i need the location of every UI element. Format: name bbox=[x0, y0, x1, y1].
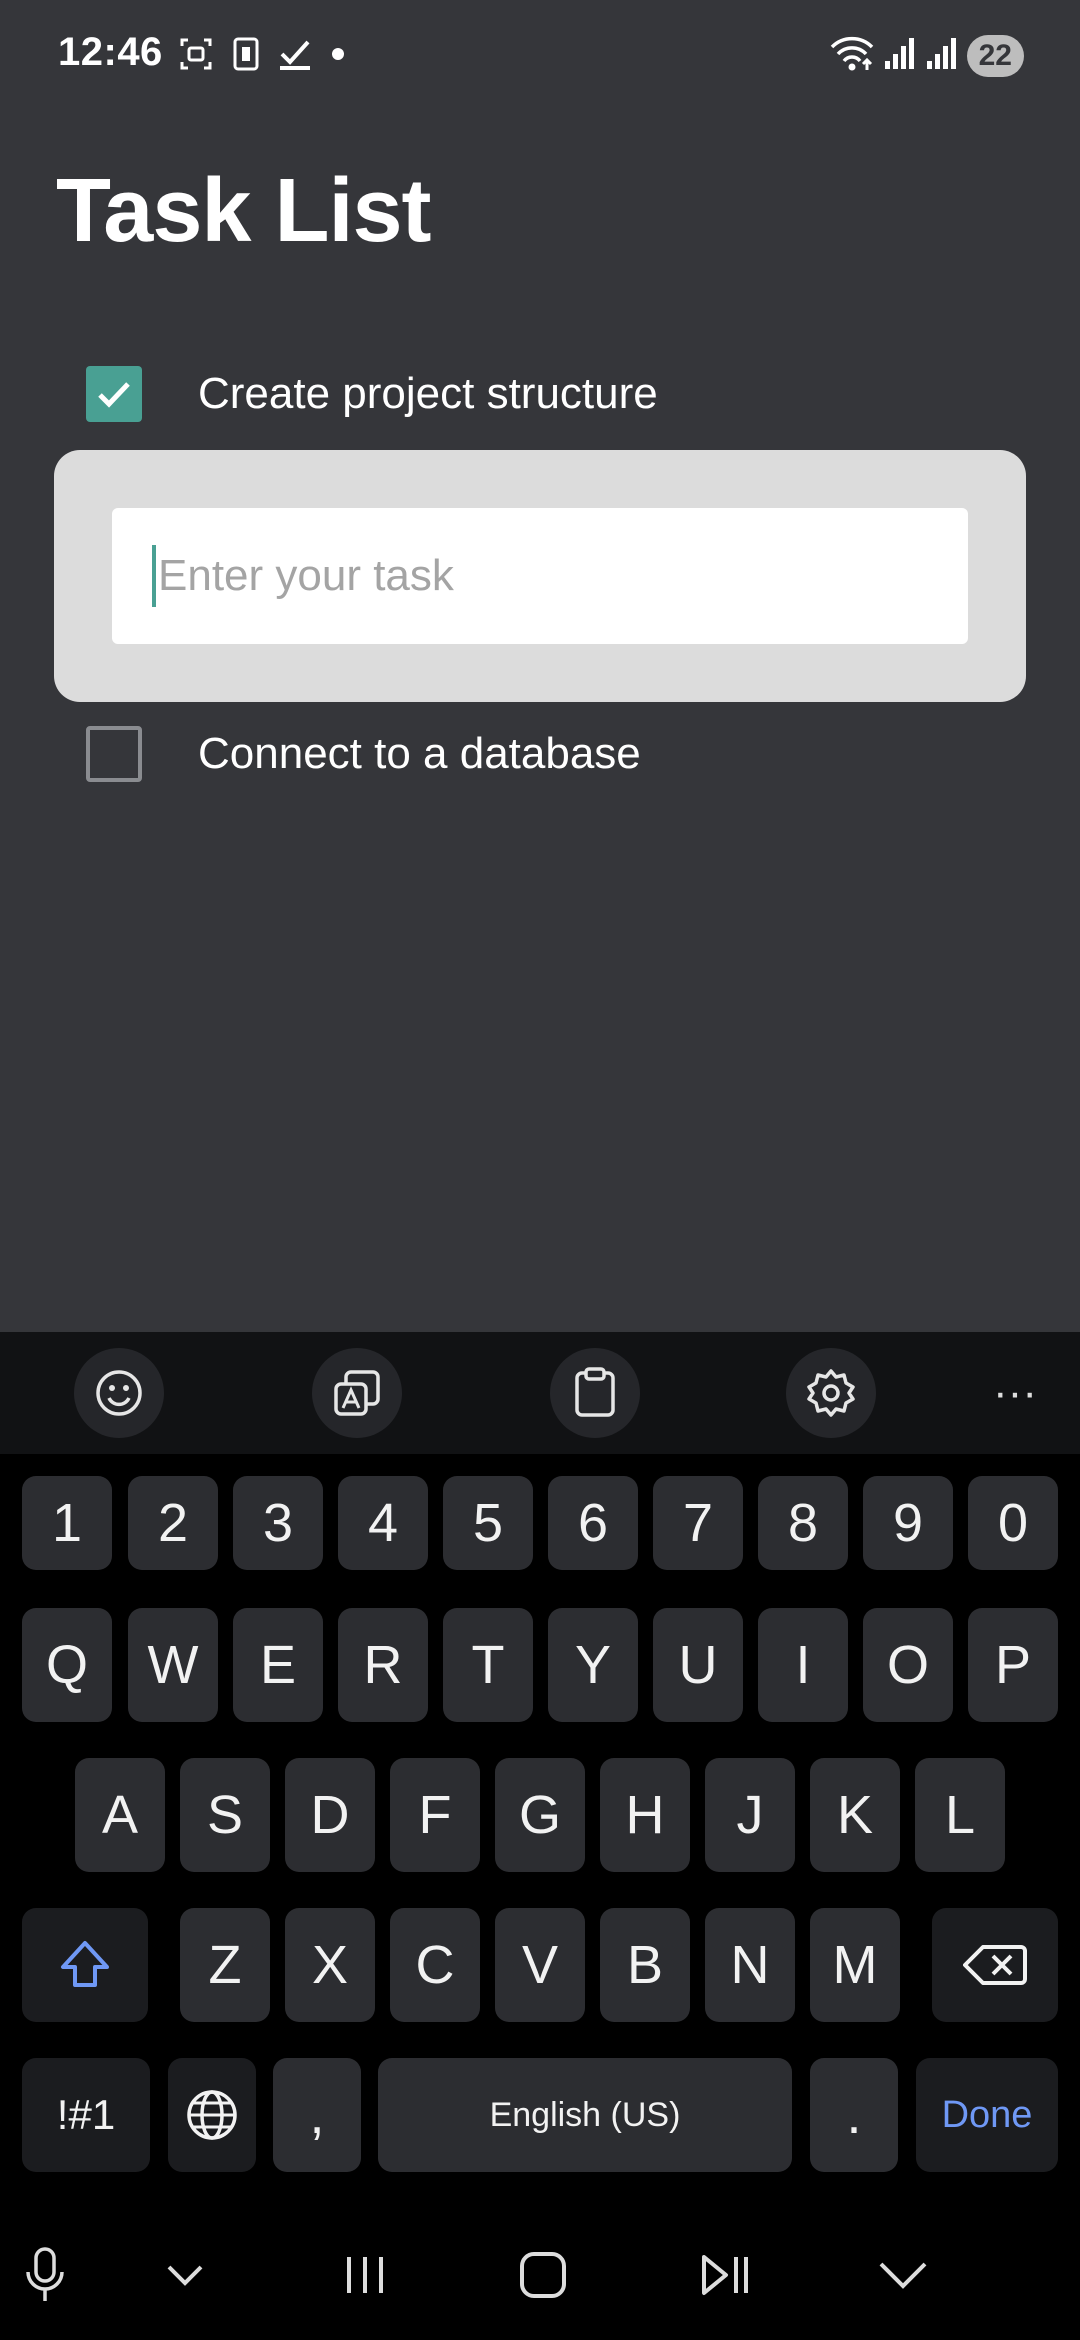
new-task-card: Enter your task bbox=[54, 450, 1026, 702]
text-caret bbox=[152, 545, 156, 607]
key-l[interactable]: L bbox=[915, 1758, 1005, 1872]
globe-icon bbox=[187, 2090, 237, 2140]
key-m[interactable]: M bbox=[810, 1908, 900, 2022]
key-r[interactable]: R bbox=[338, 1608, 428, 1722]
key-1[interactable]: 1 bbox=[22, 1476, 112, 1570]
chevron-down-icon[interactable] bbox=[150, 2240, 220, 2310]
key-y[interactable]: Y bbox=[548, 1608, 638, 1722]
task-input-placeholder: Enter your task bbox=[158, 551, 454, 600]
emoji-icon[interactable] bbox=[74, 1348, 164, 1438]
switch-keyboard-icon[interactable] bbox=[690, 2240, 760, 2310]
soft-keyboard: ··· 1 2 3 4 5 6 7 8 9 0 Q W E R T Y U I … bbox=[0, 1332, 1080, 2340]
task-item[interactable]: Connect to a database bbox=[86, 726, 641, 782]
shift-key[interactable] bbox=[22, 1908, 148, 2022]
key-i[interactable]: I bbox=[758, 1608, 848, 1722]
key-g[interactable]: G bbox=[495, 1758, 585, 1872]
home-icon[interactable] bbox=[508, 2240, 578, 2310]
key-p[interactable]: P bbox=[968, 1608, 1058, 1722]
hide-keyboard-icon[interactable] bbox=[868, 2240, 938, 2310]
key-n[interactable]: N bbox=[705, 1908, 795, 2022]
dot-icon bbox=[330, 46, 346, 67]
key-k[interactable]: K bbox=[810, 1758, 900, 1872]
status-system-icons: 22 bbox=[829, 34, 1024, 77]
check-icon bbox=[278, 36, 312, 77]
key-s[interactable]: S bbox=[180, 1758, 270, 1872]
period-key[interactable]: . bbox=[810, 2058, 898, 2172]
key-v[interactable]: V bbox=[495, 1908, 585, 2022]
task-checkbox-checked[interactable] bbox=[86, 366, 142, 422]
microphone-icon[interactable] bbox=[10, 2240, 80, 2310]
key-3[interactable]: 3 bbox=[233, 1476, 323, 1570]
signal-icon-2 bbox=[925, 35, 959, 76]
key-f[interactable]: F bbox=[390, 1758, 480, 1872]
shift-icon bbox=[61, 1941, 109, 1987]
battery-indicator: 22 bbox=[966, 34, 1024, 77]
more-icon[interactable]: ··· bbox=[970, 1348, 1060, 1438]
screenshot-icon bbox=[178, 36, 214, 77]
space-key[interactable]: English (US) bbox=[378, 2058, 792, 2172]
task-checkbox-unchecked[interactable] bbox=[86, 726, 142, 782]
key-x[interactable]: X bbox=[285, 1908, 375, 2022]
key-q[interactable]: Q bbox=[22, 1608, 112, 1722]
key-c[interactable]: C bbox=[390, 1908, 480, 2022]
key-8[interactable]: 8 bbox=[758, 1476, 848, 1570]
signal-icon bbox=[883, 35, 917, 76]
key-e[interactable]: E bbox=[233, 1608, 323, 1722]
gear-icon[interactable] bbox=[786, 1348, 876, 1438]
key-h[interactable]: H bbox=[600, 1758, 690, 1872]
key-7[interactable]: 7 bbox=[653, 1476, 743, 1570]
key-o[interactable]: O bbox=[863, 1608, 953, 1722]
key-b[interactable]: B bbox=[600, 1908, 690, 2022]
task-input[interactable]: Enter your task bbox=[112, 508, 968, 644]
status-bar: 12:46 22 bbox=[0, 0, 1080, 110]
done-key[interactable]: Done bbox=[916, 2058, 1058, 2172]
clipboard-icon[interactable] bbox=[550, 1348, 640, 1438]
key-z[interactable]: Z bbox=[180, 1908, 270, 2022]
backspace-icon bbox=[963, 1945, 1027, 1985]
key-9[interactable]: 9 bbox=[863, 1476, 953, 1570]
language-key[interactable] bbox=[168, 2058, 256, 2172]
checkmark-icon bbox=[98, 382, 130, 408]
comma-key[interactable]: , bbox=[273, 2058, 361, 2172]
task-item[interactable]: Create project structure bbox=[86, 366, 658, 422]
status-notification-icons bbox=[178, 36, 346, 77]
key-a[interactable]: A bbox=[75, 1758, 165, 1872]
recent-apps-icon[interactable] bbox=[330, 2240, 400, 2310]
key-u[interactable]: U bbox=[653, 1608, 743, 1722]
key-4[interactable]: 4 bbox=[338, 1476, 428, 1570]
key-t[interactable]: T bbox=[443, 1608, 533, 1722]
sim-card-icon bbox=[232, 36, 260, 77]
backspace-key[interactable] bbox=[932, 1908, 1058, 2022]
key-j[interactable]: J bbox=[705, 1758, 795, 1872]
symbols-key[interactable]: !#1 bbox=[22, 2058, 150, 2172]
key-0[interactable]: 0 bbox=[968, 1476, 1058, 1570]
navigation-bar bbox=[0, 2200, 1080, 2340]
status-time: 12:46 bbox=[58, 30, 163, 74]
key-5[interactable]: 5 bbox=[443, 1476, 533, 1570]
translate-icon[interactable] bbox=[312, 1348, 402, 1438]
key-d[interactable]: D bbox=[285, 1758, 375, 1872]
task-label: Connect to a database bbox=[198, 729, 641, 778]
keyboard-toolbar: ··· bbox=[0, 1332, 1080, 1454]
key-2[interactable]: 2 bbox=[128, 1476, 218, 1570]
wifi-icon bbox=[829, 34, 875, 77]
key-w[interactable]: W bbox=[128, 1608, 218, 1722]
key-6[interactable]: 6 bbox=[548, 1476, 638, 1570]
task-label: Create project structure bbox=[198, 369, 658, 418]
page-title: Task List bbox=[56, 161, 431, 261]
